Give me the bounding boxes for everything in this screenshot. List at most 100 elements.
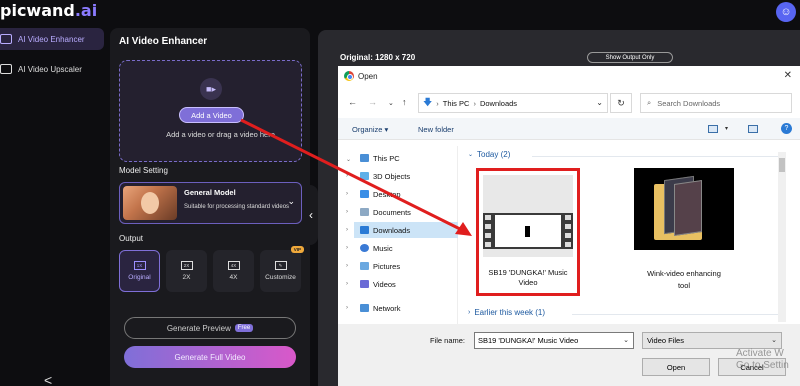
chevron-right-icon[interactable]: › — [346, 305, 348, 311]
tree-item-videos[interactable]: Videos — [354, 276, 396, 292]
free-badge: Free — [234, 324, 254, 332]
file-name-label[interactable]: Wink-video enhancing tool — [622, 268, 746, 292]
edit-icon: ✎ — [274, 261, 287, 270]
output-option-customize[interactable]: VIP ✎ Customize — [260, 246, 304, 292]
forward-arrow-icon[interactable]: → — [368, 97, 377, 107]
chevron-down-icon[interactable]: ⌄ — [596, 98, 603, 107]
chevron-right-icon[interactable]: › — [346, 263, 348, 269]
file-name-input[interactable]: SB19 'DUNGKA!' Music Video ⌄ — [474, 332, 634, 349]
open-button[interactable]: Open — [642, 358, 710, 376]
open-file-dialog: Open ✕ ← → ⌄ ↑ 🡇 › This PC › Downloads ⌄… — [338, 66, 800, 386]
file-name-line: SB19 'DUNGKA!' Music — [488, 268, 568, 277]
tree-item-desktop[interactable]: Desktop — [354, 186, 401, 202]
output-option-label: 2X — [182, 274, 191, 281]
up-arrow-icon[interactable]: ↑ — [402, 97, 407, 107]
collapse-nav-chevron-icon[interactable]: < — [44, 372, 52, 386]
video-enhancer-icon — [0, 34, 12, 44]
generate-preview-button[interactable]: Generate Preview Free — [124, 317, 296, 339]
help-icon[interactable]: ? — [781, 123, 792, 134]
scrollbar-thumb[interactable] — [779, 158, 785, 172]
output-option-4x[interactable]: 4X 4X — [213, 250, 254, 292]
group-header-today[interactable]: ⌄ Today (2) — [468, 150, 510, 159]
output-label: Output — [119, 234, 144, 243]
output-option-2x[interactable]: 2X 2X — [166, 250, 207, 292]
chevron-right-icon[interactable]: › — [346, 173, 348, 179]
path-separator: › — [473, 98, 476, 108]
tree-item-documents[interactable]: Documents — [354, 204, 411, 220]
tree-item-label: Music — [373, 243, 393, 253]
chevron-down-icon[interactable]: ▾ — [725, 125, 728, 132]
address-bar[interactable]: 🡇 › This PC › Downloads ⌄ — [418, 93, 608, 113]
tree-item-label: Desktop — [373, 189, 401, 199]
dialog-footer: File name: SB19 'DUNGKA!' Music Video ⌄ … — [338, 324, 800, 386]
desktop-icon — [360, 190, 369, 198]
vip-badge: VIP — [290, 246, 304, 253]
close-icon[interactable]: ✕ — [784, 70, 792, 81]
navigation-tree: ⌄ This PC › 3D Objects › Desktop › Docum… — [338, 146, 458, 324]
group-label: Today (2) — [477, 150, 511, 159]
nav-item-ai-video-enhancer[interactable]: AI Video Enhancer — [0, 28, 104, 50]
chevron-down-icon[interactable]: ⌄ — [346, 156, 351, 163]
chevron-right-icon[interactable]: › — [346, 191, 348, 197]
model-name: General Model — [184, 188, 236, 197]
tree-item-network[interactable]: Network — [354, 300, 401, 316]
tree-item-downloads[interactable]: Downloads — [354, 222, 458, 238]
search-input[interactable]: ⌕ Search Downloads — [640, 93, 792, 113]
chevron-right-icon[interactable]: › — [346, 209, 348, 215]
cube-icon — [360, 172, 369, 180]
chevron-right-icon[interactable]: › — [346, 245, 348, 251]
view-options-icon[interactable] — [708, 125, 718, 133]
tree-item-3d-objects[interactable]: 3D Objects — [354, 168, 410, 184]
file-type-value: Video Files — [647, 336, 684, 345]
tree-item-music[interactable]: Music — [354, 240, 393, 256]
folder-thumbnail[interactable] — [634, 168, 734, 250]
downloads-path-icon: 🡇 — [423, 97, 433, 107]
vertical-scrollbar[interactable] — [778, 152, 786, 322]
recent-locations-icon[interactable]: ⌄ — [388, 99, 394, 107]
brand-suffix: .ai — [74, 1, 98, 20]
tree-item-label: Documents — [373, 207, 411, 217]
show-output-only-button[interactable]: Show Output Only — [587, 52, 673, 63]
model-thumbnail — [123, 186, 177, 220]
nav-item-ai-video-upscaler[interactable]: AI Video Upscaler — [0, 58, 104, 80]
file-name-line: tool — [677, 281, 691, 290]
video-camera-icon: ■▸ — [200, 78, 222, 100]
new-folder-button[interactable]: New folder — [418, 125, 454, 134]
discord-icon[interactable]: ☺ — [776, 2, 796, 22]
file-item-selected[interactable]: SB19 'DUNGKA!' Music Video — [476, 168, 580, 296]
organize-button[interactable]: Organize ▾ — [352, 125, 388, 134]
tree-item-label: This PC — [373, 153, 400, 163]
chevron-down-icon[interactable]: ⌄ — [623, 336, 629, 344]
collapse-panel-chevron-icon[interactable]: ‹ — [304, 185, 318, 245]
back-arrow-icon[interactable]: ← — [348, 97, 357, 107]
model-description: Suitable for processing standard videos — [184, 204, 290, 210]
path-segment[interactable]: This PC — [443, 99, 470, 108]
file-type-select[interactable]: Video Files ⌄ — [642, 332, 782, 349]
nav-item-label: AI Video Upscaler — [18, 64, 82, 74]
output-option-original[interactable]: 1X Original — [119, 250, 160, 292]
network-icon — [360, 304, 369, 312]
refresh-icon[interactable]: ↻ — [610, 93, 632, 113]
chevron-right-icon[interactable]: › — [346, 281, 348, 287]
output-option-label: Original — [128, 274, 151, 281]
scale-2x-icon: 2X — [180, 261, 193, 270]
preview-pane-icon[interactable] — [748, 125, 758, 133]
output-options: 1X Original 2X 2X 4X 4X VIP ✎ Customize — [119, 246, 304, 292]
tree-item-pictures[interactable]: Pictures — [354, 258, 400, 274]
generate-full-video-button[interactable]: Generate Full Video — [124, 346, 296, 368]
tree-item-label: Pictures — [373, 261, 401, 271]
documents-icon — [360, 208, 369, 216]
model-setting-label: Model Setting — [119, 166, 168, 175]
path-segment[interactable]: Downloads — [480, 99, 517, 108]
video-drop-zone[interactable]: ■▸ Add a Video Add a video or drag a vid… — [119, 60, 302, 162]
group-label: Earlier this week (1) — [474, 308, 546, 317]
model-selector[interactable]: General Model Suitable for processing st… — [119, 182, 302, 224]
dialog-toolbar: Organize ▾ New folder ▾ ? — [338, 118, 800, 140]
group-header-earlier[interactable]: › Earlier this week (1) — [468, 308, 545, 317]
activation-watermark: Activate W Go to Settin — [736, 348, 789, 372]
group-divider — [572, 314, 778, 315]
chevron-right-icon[interactable]: › — [346, 227, 348, 233]
tree-item-this-pc[interactable]: This PC — [354, 150, 400, 166]
generate-preview-label: Generate Preview — [166, 323, 231, 333]
add-video-button[interactable]: Add a Video — [179, 107, 244, 123]
